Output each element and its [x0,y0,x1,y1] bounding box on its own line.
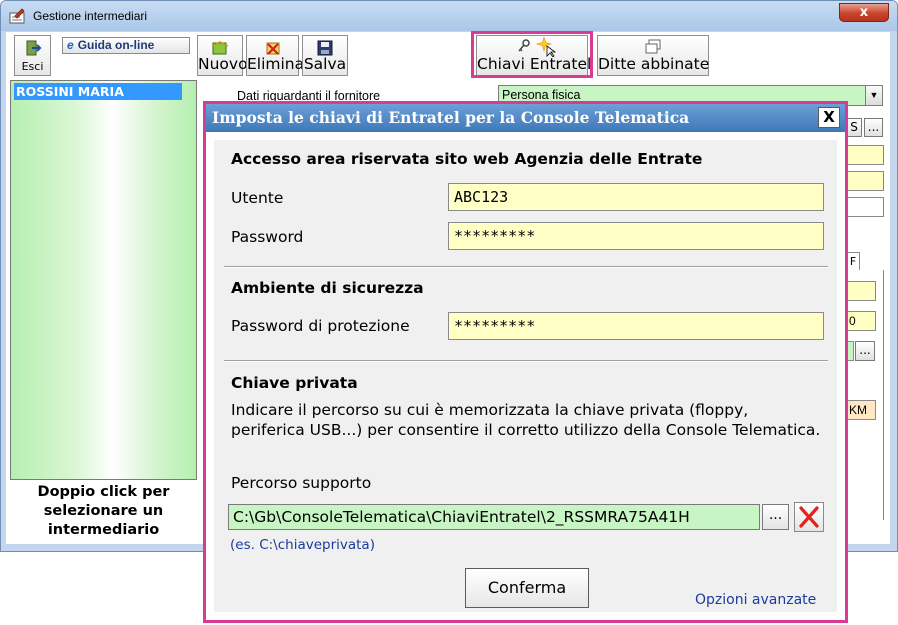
section-title-key: Chiave privata [231,374,358,392]
confirm-button[interactable]: Conferma [465,568,589,608]
bg-field-5[interactable]: 0 [846,311,876,331]
nuovo-label: Nuovo [198,55,248,73]
bg-tab-frame [846,270,884,520]
section-title-access: Accesso area riservata sito web Agenzia … [231,150,703,168]
window-title: Gestione intermediari [33,9,148,23]
s-button[interactable]: S [846,118,862,137]
guida-online-button[interactable]: e Guida on-line [62,37,190,54]
esci-button[interactable]: Esci [14,35,51,76]
bg-field-7-value: KM [849,403,867,417]
tab-f[interactable]: F [846,252,860,270]
salva-label: Salva [303,55,347,73]
bg-field-7[interactable]: KM [846,400,876,420]
fornitore-value: Persona fisica [502,88,581,102]
password-label: Password [231,228,304,246]
path-example: (es. C:\chiaveprivata) [230,537,375,553]
browse-button[interactable]: ... [762,504,789,530]
elimina-label: Elimina [247,55,305,73]
ellipsis-button-2[interactable]: ... [855,341,875,361]
dialog-title: Imposta le chiavi di Entratel per la Con… [206,104,845,132]
separator-2 [224,360,828,362]
guida-label: Guida on-line [77,38,155,52]
password-input[interactable]: ********* [448,222,824,250]
nuovo-button[interactable]: Nuovo [197,35,248,76]
window-titlebar[interactable]: Gestione intermediari x [1,1,897,31]
path-input[interactable]: C:\Gb\ConsoleTelematica\ChiaviEntratel\2… [228,504,760,530]
utente-label: Utente [231,189,284,207]
key-description: Indicare il percorso su cui è memorizzat… [231,401,821,439]
elimina-button[interactable]: Elimina [246,35,305,76]
utente-input[interactable]: ABC123 [448,183,824,211]
dialog-close-button[interactable]: X [818,107,840,128]
exit-icon [26,40,41,56]
section-title-security: Ambiente di sicurezza [231,279,424,297]
list-item-selected[interactable]: ROSSINI MARIA [14,83,182,100]
chiavi-highlight-box [471,31,593,78]
protection-password-label: Password di protezione [231,317,410,335]
salva-button[interactable]: Salva [302,35,348,76]
window-close-button[interactable]: x [839,3,889,22]
bg-field-3[interactable] [846,197,884,217]
app-icon [9,8,25,24]
internet-explorer-icon: e [67,38,74,52]
esci-label: Esci [21,60,44,73]
advanced-options-link[interactable]: Opzioni avanzate [695,592,816,608]
ditte-abbinate-button[interactable]: Ditte abbinate [597,35,709,76]
intermediari-list[interactable] [10,80,197,480]
clear-path-button[interactable] [794,502,824,532]
chevron-down-icon[interactable]: ▼ [865,86,882,105]
bg-field-1[interactable] [846,145,884,165]
list-hint-text: Doppio click per selezionare un intermed… [37,484,170,538]
bg-field-2[interactable] [846,171,884,191]
windows-icon [645,39,661,54]
bg-field-4[interactable] [846,281,876,301]
red-x-icon [799,506,819,528]
ditte-label: Ditte abbinate [598,55,710,73]
protection-password-input[interactable]: ********* [448,312,824,340]
ellipsis-button-1[interactable]: ... [864,118,883,137]
separator-1 [224,266,828,268]
bg-field-5-value: 0 [849,314,856,328]
path-label: Percorso supporto [231,474,372,492]
